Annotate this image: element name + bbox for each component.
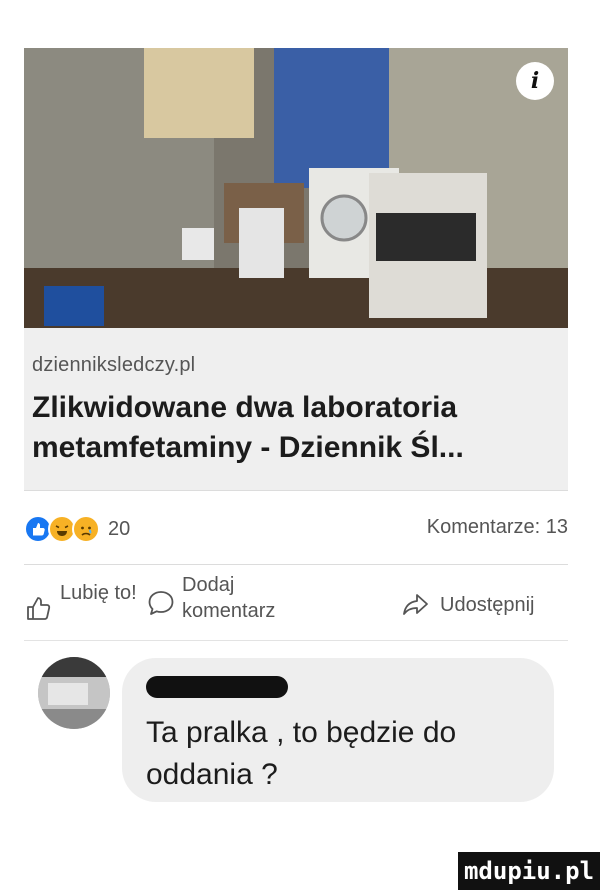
info-icon[interactable]: i xyxy=(516,62,554,100)
divider xyxy=(24,640,568,641)
sad-reaction-icon xyxy=(72,515,100,543)
room-photo xyxy=(24,48,568,328)
avatar[interactable] xyxy=(38,657,110,729)
divider xyxy=(24,490,568,491)
divider xyxy=(24,564,568,565)
like-button[interactable]: Lubię to! xyxy=(24,580,144,636)
like-label: Lubię to! xyxy=(60,582,137,604)
comment-author-redacted xyxy=(146,676,288,698)
comment-bubble-icon xyxy=(146,588,176,624)
link-domain: dzienniksledczy.pl xyxy=(32,354,196,376)
share-arrow-icon xyxy=(400,590,430,626)
watermark-logo: mdupiu.pl xyxy=(458,852,600,890)
share-button[interactable]: Udostępnij xyxy=(400,588,560,628)
thumb-up-icon xyxy=(24,594,52,628)
share-label: Udostępnij xyxy=(440,594,535,616)
link-preview-card[interactable]: i dzienniksledczy.pl Zlikwidowane dwa la… xyxy=(24,48,568,490)
reactions-summary[interactable]: 20 xyxy=(24,514,130,544)
comment-bubble[interactable]: Ta pralka , to będzie do oddania ? xyxy=(122,658,554,802)
comment-text: Ta pralka , to będzie do oddania ? xyxy=(146,716,457,791)
link-title[interactable]: Zlikwidowane dwa laboratoria metamfetami… xyxy=(32,388,562,468)
comments-count[interactable]: Komentarze: 13 xyxy=(427,516,568,539)
link-preview-image[interactable]: i xyxy=(24,48,568,328)
comment-label: Dodaj komentarz xyxy=(182,574,276,622)
reaction-count: 20 xyxy=(108,517,131,540)
comment-button[interactable]: Dodaj komentarz xyxy=(146,572,306,636)
